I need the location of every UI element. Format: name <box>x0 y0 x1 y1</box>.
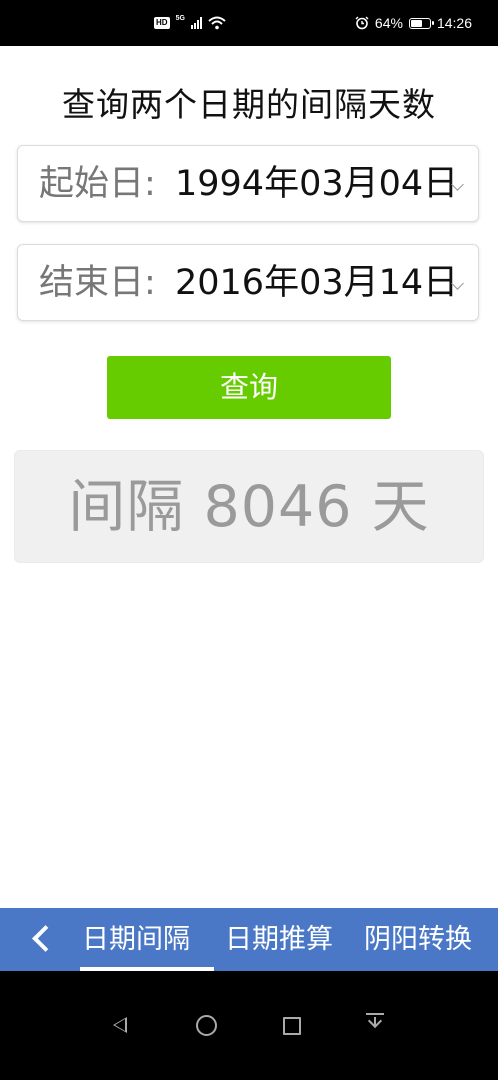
network-type: 5G <box>175 14 185 22</box>
page-title: 查询两个日期的间隔天数 <box>62 85 436 124</box>
home-icon[interactable] <box>196 1015 217 1036</box>
back-button[interactable] <box>20 908 62 971</box>
clock: 14:26 <box>436 15 472 31</box>
result-panel: 间隔 8046 天 <box>14 450 484 563</box>
system-nav-bar <box>0 971 498 1080</box>
back-icon[interactable] <box>113 1017 127 1033</box>
notification-down-icon[interactable] <box>366 1013 384 1033</box>
tab-date-interval[interactable]: 日期间隔 <box>82 908 190 971</box>
end-date-selector[interactable]: 结束日: 2016年03月14日 <box>17 244 479 321</box>
result-text: 间隔 8046 天 <box>68 474 430 540</box>
start-date-label: 起始日: <box>39 164 156 204</box>
alarm-icon <box>355 16 369 30</box>
status-left: HD 5G <box>154 0 226 46</box>
status-right: 64% 14:26 <box>355 0 472 46</box>
battery-percent: 64% <box>374 15 403 31</box>
wifi-icon <box>208 16 226 30</box>
tab-lunar-solar-conversion[interactable]: 阴阳转换 <box>364 908 472 971</box>
end-date-label: 结束日: <box>39 263 156 303</box>
hd-icon: HD <box>154 17 170 29</box>
signal-icon <box>190 17 202 29</box>
start-date-selector[interactable]: 起始日: 1994年03月04日 <box>17 145 479 222</box>
battery-icon <box>408 17 434 29</box>
chevron-left-icon <box>32 925 59 952</box>
status-bar: HD 5G 64% 14:26 <box>0 0 498 46</box>
query-button[interactable]: 查询 <box>107 356 391 419</box>
start-date-value: 1994年03月04日 <box>175 164 459 204</box>
tab-bar: 日期间隔 日期推算 阴阳转换 <box>0 908 498 971</box>
tab-date-calculation[interactable]: 日期推算 <box>225 908 333 971</box>
end-date-value: 2016年03月14日 <box>175 263 459 303</box>
recents-icon[interactable] <box>283 1017 301 1035</box>
